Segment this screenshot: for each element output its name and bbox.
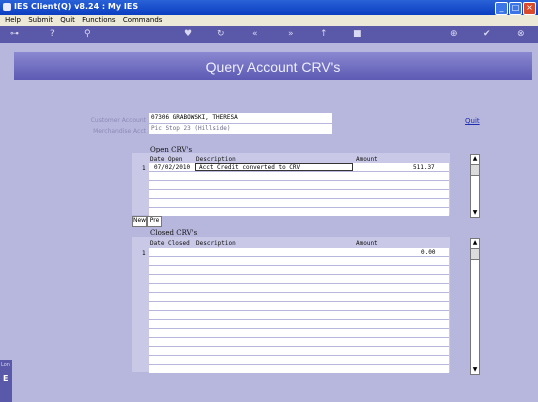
table-row[interactable] xyxy=(149,365,449,374)
sidebar-icon[interactable]: E xyxy=(3,374,8,383)
open-crvs-scrollbar[interactable]: ▲ ▼ xyxy=(470,154,480,218)
open-row-amount: 511.37 xyxy=(413,164,435,171)
sidebar-label: Lon xyxy=(1,362,10,368)
open-row-number: 1 xyxy=(142,165,146,172)
table-row[interactable] xyxy=(149,190,449,199)
left-sidebar[interactable]: Lon E xyxy=(0,360,12,402)
prev-button[interactable]: Pre xyxy=(147,216,162,227)
refresh-icon[interactable]: ↻ xyxy=(217,29,225,40)
closed-row-number: 1 xyxy=(142,250,146,257)
menu-submit[interactable]: Submit xyxy=(28,15,53,26)
menu-help[interactable]: Help xyxy=(5,15,21,26)
table-row[interactable] xyxy=(149,284,449,293)
menu-quit[interactable]: Quit xyxy=(60,15,75,26)
rewind-icon[interactable]: « xyxy=(252,29,258,40)
quit-link[interactable]: Quit xyxy=(465,117,480,125)
table-row[interactable] xyxy=(149,356,449,365)
table-row[interactable] xyxy=(149,293,449,302)
scroll-thumb[interactable] xyxy=(471,248,479,260)
search-icon[interactable]: ⚲ xyxy=(84,29,91,40)
open-date-header: Date Open xyxy=(150,156,183,163)
add-icon[interactable]: ⊕ xyxy=(450,29,458,40)
maximize-button[interactable]: □ xyxy=(509,2,522,15)
closed-date-header: Date Closed xyxy=(150,240,190,247)
new-button[interactable]: New xyxy=(132,216,147,227)
open-row-date: 07/02/2010 xyxy=(154,164,191,171)
customer-account-label: Customer Account xyxy=(90,117,146,124)
page-header: Query Account CRV's xyxy=(14,52,532,80)
table-row[interactable] xyxy=(149,320,449,329)
open-description-header: Description xyxy=(196,156,236,163)
scroll-up-icon[interactable]: ▲ xyxy=(471,155,479,163)
scroll-down-icon[interactable]: ▼ xyxy=(471,366,479,374)
window-titlebar: IES Client(Q) v8.24 : My IES _ □ × xyxy=(0,0,538,15)
open-amount-header: Amount xyxy=(356,156,378,163)
closed-amount-header: Amount xyxy=(356,240,378,247)
table-row[interactable] xyxy=(149,172,449,181)
merchandise-acct-field[interactable]: Pic Stop 23 (Hillside) xyxy=(149,124,332,134)
menu-functions[interactable]: Functions xyxy=(82,15,115,26)
table-row[interactable] xyxy=(149,302,449,311)
toolbar: ⊶ ? ⚲ ♥ ↻ « » ↑ ■ ⊕ ✔ ⊗ xyxy=(0,26,538,43)
closed-crvs-scrollbar[interactable]: ▲ ▼ xyxy=(470,238,480,375)
heart-icon[interactable]: ♥ xyxy=(184,29,192,40)
check-icon[interactable]: ✔ xyxy=(483,29,491,40)
table-row[interactable] xyxy=(149,181,449,190)
table-row[interactable] xyxy=(149,329,449,338)
scroll-down-icon[interactable]: ▼ xyxy=(471,209,479,217)
table-row[interactable] xyxy=(149,347,449,356)
scroll-thumb[interactable] xyxy=(471,164,479,176)
closed-row-amount: 0.00 xyxy=(421,249,436,256)
table-row[interactable] xyxy=(149,266,449,275)
close-window-button[interactable]: × xyxy=(523,2,536,15)
table-row[interactable] xyxy=(149,208,449,217)
closed-description-header: Description xyxy=(196,240,236,247)
table-row[interactable] xyxy=(149,257,449,266)
cancel-icon[interactable]: ⊗ xyxy=(517,29,525,40)
table-row[interactable] xyxy=(149,199,449,208)
table-row[interactable]: 0.00 xyxy=(149,248,449,257)
stop-icon[interactable]: ■ xyxy=(353,29,362,40)
table-row[interactable] xyxy=(149,275,449,284)
scroll-up-icon[interactable]: ▲ xyxy=(471,239,479,247)
table-row[interactable]: 07/02/2010 Acct Credit converted to CRV … xyxy=(149,163,449,172)
window-title: IES Client(Q) v8.24 : My IES xyxy=(14,2,139,11)
menu-bar: Help Submit Quit Functions Commands xyxy=(0,15,538,26)
fast-forward-icon[interactable]: » xyxy=(288,29,294,40)
page-title: Query Account CRV's xyxy=(205,59,341,75)
merchandise-acct-label: Merchandise Acct xyxy=(93,128,146,135)
app-icon xyxy=(3,3,11,11)
closed-crvs-heading: Closed CRV's xyxy=(150,229,198,237)
customer-account-field[interactable]: 07306 GRABOWSKI, THERESA xyxy=(149,113,332,123)
open-row-description: Acct Credit converted to CRV xyxy=(195,163,353,171)
table-row[interactable] xyxy=(149,311,449,320)
up-icon[interactable]: ↑ xyxy=(320,29,328,40)
key-icon[interactable]: ⊶ xyxy=(10,29,19,40)
menu-commands[interactable]: Commands xyxy=(123,15,163,26)
help-icon[interactable]: ? xyxy=(50,29,55,40)
table-row[interactable] xyxy=(149,338,449,347)
minimize-button[interactable]: _ xyxy=(495,2,508,15)
